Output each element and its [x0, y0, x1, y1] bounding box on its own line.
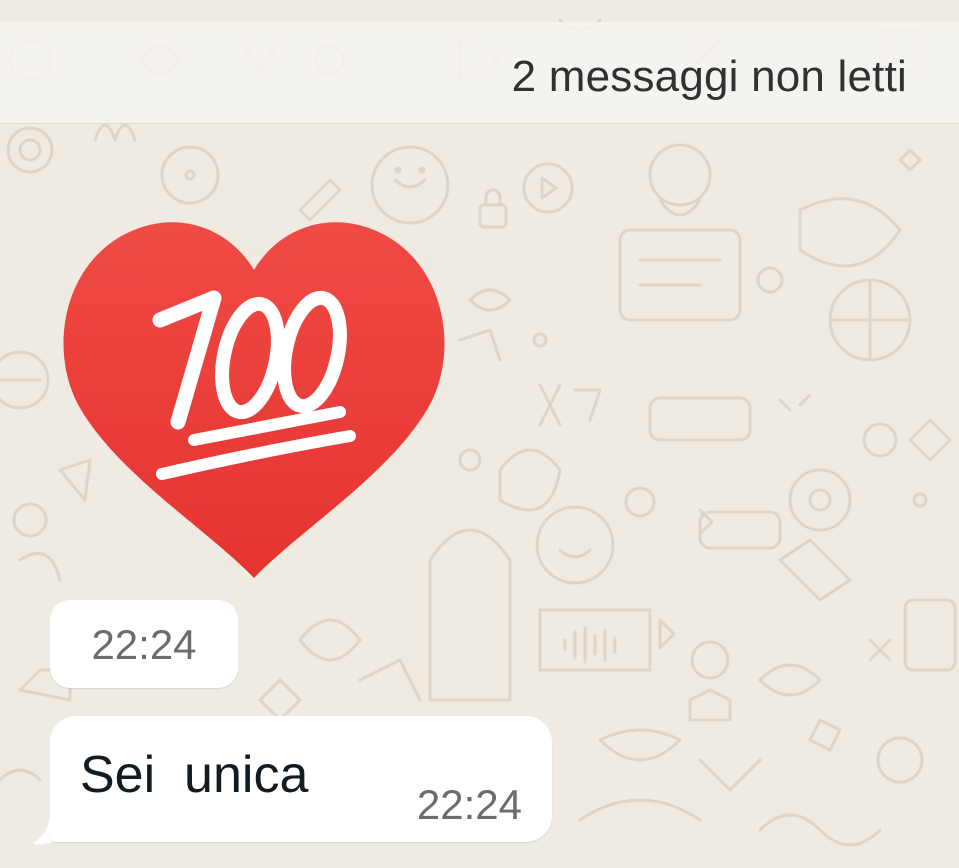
sticker-timestamp: 22:24	[50, 600, 238, 688]
unread-messages-banner: 2 messaggi non letti	[0, 22, 959, 124]
message-text: Sei unica	[80, 746, 309, 804]
unread-messages-label: 2 messaggi non letti	[511, 52, 907, 101]
hundred-points-heart-icon[interactable]	[58, 212, 450, 580]
incoming-message-bubble[interactable]: Sei unica 22:24	[50, 716, 552, 842]
sticker-time-label: 22:24	[91, 621, 197, 668]
message-timestamp: 22:24	[416, 781, 522, 828]
